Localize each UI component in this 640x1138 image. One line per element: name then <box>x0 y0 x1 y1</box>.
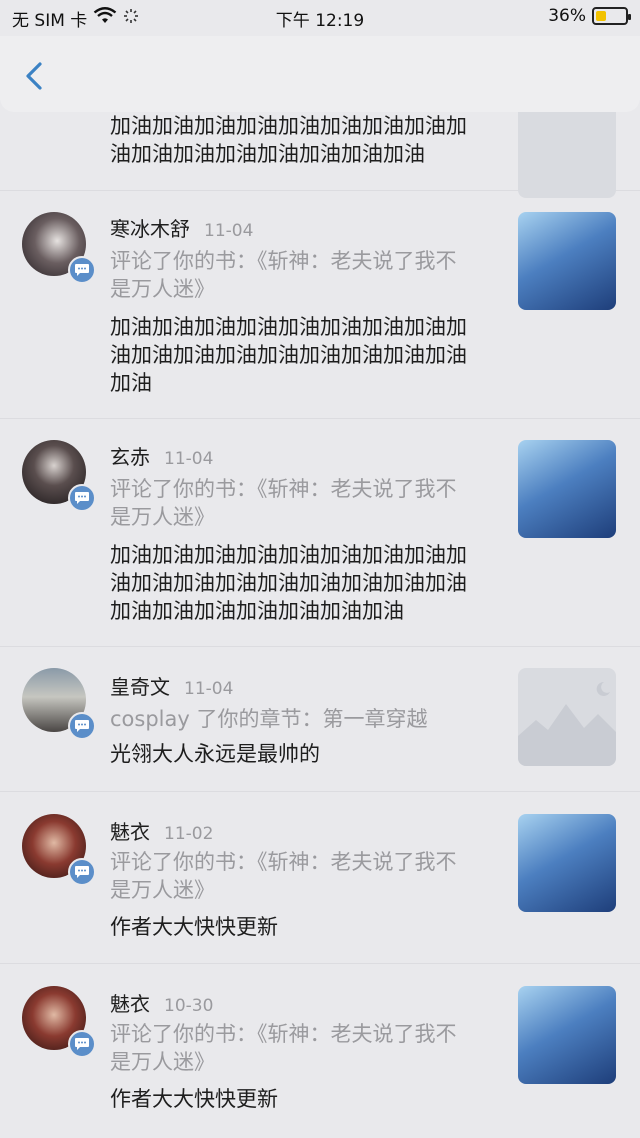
book-thumbnail[interactable] <box>518 440 616 538</box>
username-text[interactable]: 皇奇文 <box>110 675 170 699</box>
action-text: 评论了你的书：《斩神：老夫说了我不是万人迷》 <box>110 850 457 902</box>
date-label: 11-02 <box>164 824 214 844</box>
time-label: 下午 12:19 <box>275 11 365 31</box>
comment-text: 加油加油加油加油加油加油加油加油加油加油加油加油加油加油加油加油加油加油加油加油… <box>110 543 467 623</box>
username[interactable]: 寒冰木舒 11-04 <box>110 213 253 242</box>
book-thumbnail[interactable] <box>518 100 616 198</box>
action-text: 评论了你的书：《斩神：老夫说了我不是万人迷》 <box>110 1022 457 1074</box>
book-thumbnail[interactable] <box>518 814 616 912</box>
date-label: 11-04 <box>164 449 214 469</box>
list-item[interactable]: 皇奇文 11-04 cosplay 了你的章节：第一章穿越 光翎大人永远是最帅的 <box>0 647 640 792</box>
date-label: 10-30 <box>164 996 214 1016</box>
comment-text: 作者大大快快更新 <box>110 915 278 939</box>
list-item[interactable]: 魅衣 11-02 评论了你的书：《斩神：老夫说了我不是万人迷》 作者大大快快更新 <box>0 792 640 964</box>
comment-text: 光翎大人永远是最帅的 <box>110 742 320 766</box>
chevron-left-icon <box>26 62 42 90</box>
action-text: 评论了你的书：《斩神：老夫说了我不是万人迷》 <box>110 477 457 529</box>
comment-badge-icon <box>68 484 96 512</box>
back-button[interactable] <box>18 58 54 94</box>
date-label: 11-04 <box>184 679 234 699</box>
username[interactable]: 魅衣 11-02 <box>110 816 213 845</box>
username-text[interactable]: 玄赤 <box>110 445 150 469</box>
status-bar: 无 SIM 卡 下午 12:19 36% <box>0 0 640 36</box>
avatar[interactable] <box>22 986 96 1058</box>
avatar[interactable] <box>22 814 96 886</box>
comment-badge-icon <box>68 1030 96 1058</box>
book-thumbnail[interactable] <box>518 986 616 1084</box>
username-text[interactable]: 魅衣 <box>110 992 150 1016</box>
avatar[interactable] <box>22 212 96 284</box>
comment-badge-icon <box>68 256 96 284</box>
list-item[interactable]: 寒冰木舒 11-04 评论了你的书：《斩神：老夫说了我不是万人迷》 加油加油加油加… <box>0 191 640 419</box>
comment-badge-icon <box>68 858 96 886</box>
avatar[interactable] <box>22 668 96 740</box>
date-label: 11-04 <box>204 221 254 241</box>
battery-percent: 36% <box>548 6 586 26</box>
comment-badge-icon <box>68 712 96 740</box>
username-text[interactable]: 寒冰木舒 <box>110 217 190 241</box>
username-text[interactable]: 魅衣 <box>110 820 150 844</box>
comment-text: 作者大大快快更新 <box>110 1087 278 1111</box>
battery-icon <box>592 7 631 25</box>
comment-text: 加油加油加油加油加油加油加油加油加油加油加油加油加油加油加油加油加油加油 <box>110 315 467 395</box>
book-thumbnail[interactable] <box>518 212 616 310</box>
book-thumbnail[interactable] <box>518 668 616 766</box>
list-item[interactable]: 魅衣 10-30 评论了你的书：《斩神：老夫说了我不是万人迷》 作者大大快快更新 <box>0 964 640 1138</box>
action-text: 评论了你的书：《斩神：老夫说了我不是万人迷》 <box>110 249 457 301</box>
username[interactable]: 魅衣 10-30 <box>110 988 213 1017</box>
username[interactable]: 皇奇文 11-04 <box>110 671 233 700</box>
list-item[interactable]: 玄赤 11-04 评论了你的书：《斩神：老夫说了我不是万人迷》 加油加油加油加油加… <box>0 419 640 647</box>
mountain-placeholder-icon <box>518 681 616 766</box>
nav-bar <box>0 36 640 112</box>
avatar[interactable] <box>22 440 96 512</box>
action-text: cosplay 了你的章节：第一章穿越 <box>110 707 428 731</box>
comment-text: 加油加油加油加油加油加油加油加油加油加油加油加油加油加油加油加油 <box>110 114 467 166</box>
username[interactable]: 玄赤 11-04 <box>110 441 213 470</box>
